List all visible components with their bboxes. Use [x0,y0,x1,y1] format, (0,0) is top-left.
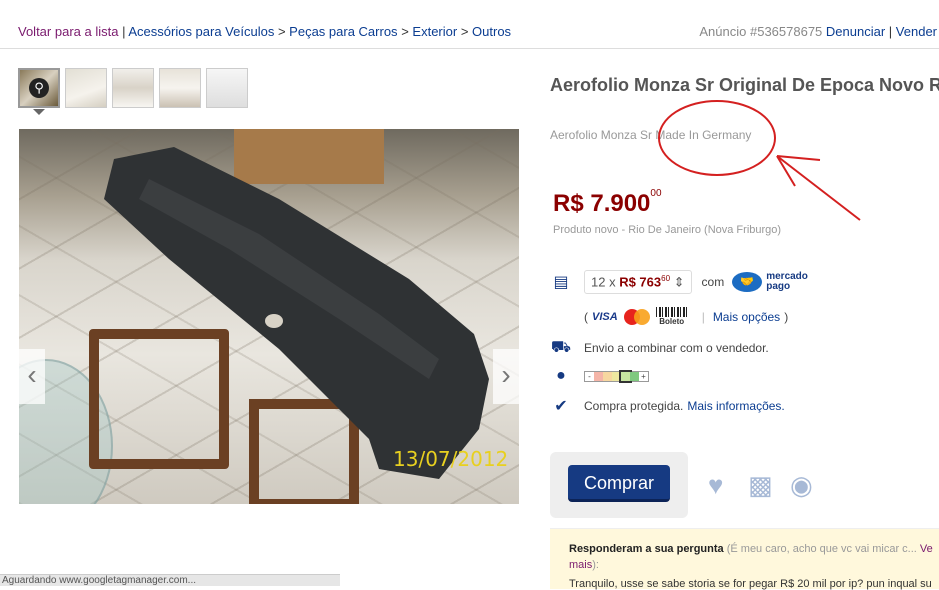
breadcrumb-item-exterior[interactable]: Exterior [412,24,457,39]
mastercard-logo [623,308,650,325]
top-bar: Voltar para a lista | Acessórios para Ve… [0,0,939,49]
more-info-link[interactable]: Mais informações. [687,399,784,413]
shipping-row: ⛟ Envio a combinar com o vendedor. [550,338,769,358]
spoiler-shape [104,147,489,479]
product-condition: Produto novo - [553,224,626,236]
price-cents: 00 [650,188,662,199]
next-photo-button[interactable]: › [493,349,519,404]
more-payment-options-link[interactable]: Mais opções [713,310,780,324]
truck-icon: ⛟ [550,339,572,356]
open-paren: ( [584,309,588,324]
close-paren: ) [784,309,789,324]
product-location: Rio De Janeiro (Nova Friburgo) [628,224,782,236]
price-value: R$ 7.900 [553,190,651,217]
seller-reputation-row: ● - + [550,366,649,386]
question-line: Responderam a sua pergunta (É meu caro, … [569,543,933,555]
mercado-pago-logo: 🤝 mercado pago [732,272,808,293]
breadcrumb-separator: > [401,24,409,39]
shipping-text: Envio a combinar com o vendedor. [584,341,769,355]
with-label: com [701,275,725,290]
thumbnail-pointer [33,109,45,115]
report-link[interactable]: Denunciar [826,24,885,39]
photo-date-stamp: 13/07/2012 [393,447,509,471]
divider: | [701,309,705,324]
thumbnail-1[interactable]: ⚲ [18,68,60,108]
question-snippet: (É meu caro, acho que vc vai micar c... [726,543,917,555]
breadcrumb-separator: > [277,24,286,39]
question-label: Responderam a sua pergunta [569,543,724,555]
sell-link[interactable]: Vender [896,24,937,39]
installments-select[interactable]: 12 x R$ 76360 ⇕ [584,270,692,295]
protection-row: ✔ Compra protegida. Mais informações. [550,396,784,416]
thumbnail-5[interactable] [206,68,248,108]
breadcrumb-item-others[interactable]: Outros [472,24,511,39]
divider: | [888,24,896,39]
user-icon: ● [556,367,566,384]
visa-logo: VISA [592,310,618,323]
bookmark-icon[interactable]: ▩ [748,470,773,501]
breadcrumb-separator: > [460,24,469,39]
zoom-icon[interactable]: ⚲ [29,78,49,98]
see-more-link-continued[interactable]: mais [569,559,592,571]
ad-id: Anúncio #536578675 [699,24,823,39]
thumbnail-3[interactable] [112,68,154,108]
shield-check-icon: ✔ [554,398,568,415]
chat-icon[interactable]: ◉ [790,470,813,501]
credit-card-icon: ▤ [553,274,569,292]
reputation-thermometer[interactable]: - + [584,369,649,383]
back-to-list-link[interactable]: Voltar para a lista [18,24,118,39]
product-title: Aerofolio Monza Sr Original De Epoca Nov… [550,75,939,95]
browser-status-bar: Aguardando www.googletagmanager.com... [0,574,340,586]
thumbnail-2[interactable] [65,68,107,108]
buy-button[interactable]: Comprar [568,465,670,502]
product-meta: Produto novo - Rio De Janeiro (Nova Frib… [553,224,781,236]
main-photo[interactable]: 13/07/2012 [19,129,519,504]
breadcrumb: Voltar para a lista | Acessórios para Ve… [18,24,511,39]
buy-box: Comprar [550,452,688,518]
answer-text: Tranquilo, usse se sabe storia se for pe… [569,578,932,590]
protection-text: Compra protegida. [584,399,684,413]
product-price: R$ 7.90000 [553,188,662,218]
heart-icon[interactable]: ♥ [708,470,723,501]
breadcrumb-item-car-parts[interactable]: Peças para Carros [289,24,397,39]
boleto-logo: Boleto [655,307,688,326]
previous-photo-button[interactable]: ‹ [19,349,45,404]
thumbnail-4[interactable] [159,68,201,108]
breadcrumb-item-accessories[interactable]: Acessórios para Veículos [128,24,274,39]
installments-row: ▤ 12 x R$ 76360 ⇕ com 🤝 mercado pago [550,270,808,295]
payment-methods-row: ( VISA Boleto | Mais opções ) [584,307,788,326]
question-answer-box: Responderam a sua pergunta (É meu caro, … [550,528,939,590]
see-more-link[interactable]: Ve [920,543,933,555]
annotation-circle-arrow [658,100,861,221]
ad-info: Anúncio #536578675 Denunciar | Vender [699,24,937,39]
thumbnail-strip: ⚲ [18,68,248,108]
handshake-icon: 🤝 [732,272,763,293]
question-line-2: mais): [569,559,599,571]
